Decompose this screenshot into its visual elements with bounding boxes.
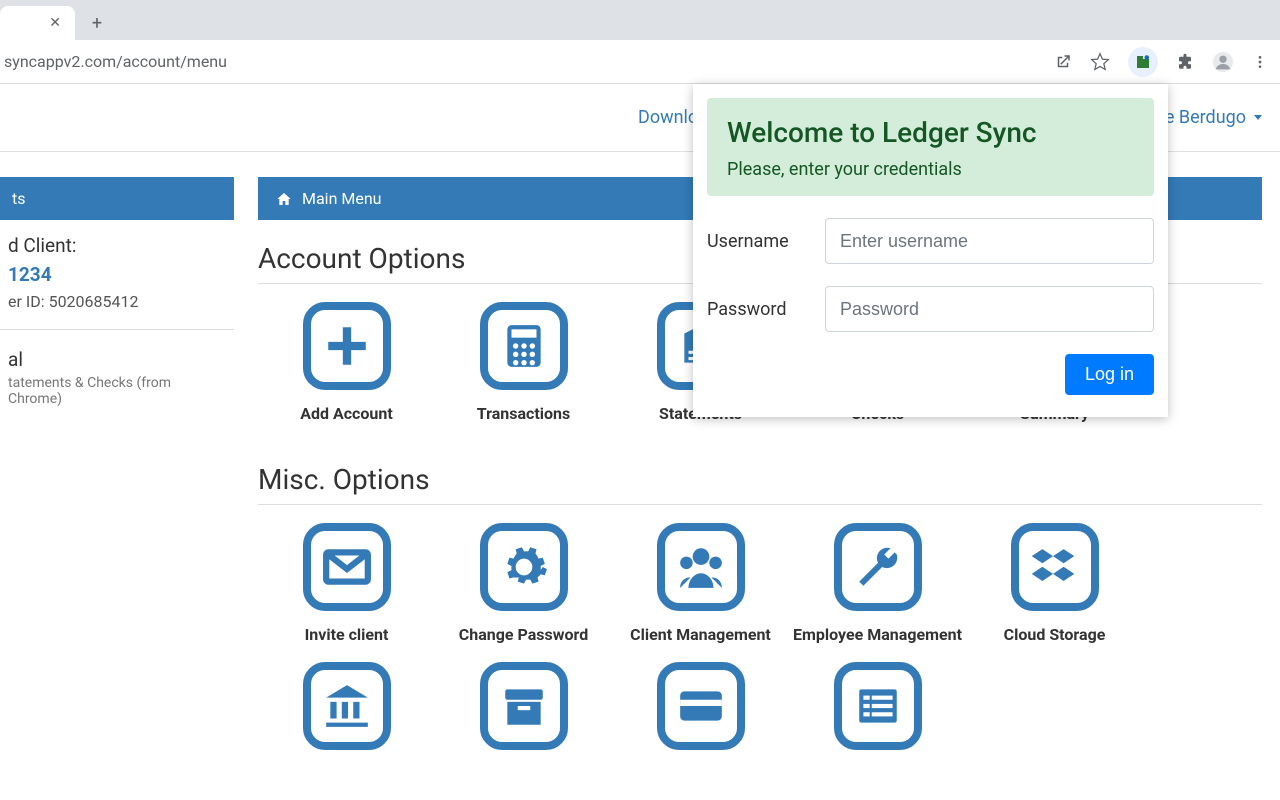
extension-popup: Welcome to Ledger Sync Please, enter you… bbox=[693, 84, 1168, 417]
misc-options-grid: Invite clientChange PasswordClient Manag… bbox=[258, 523, 1262, 662]
[object Object]-option[interactable] bbox=[258, 662, 435, 750]
option-label: Employee Management bbox=[789, 625, 966, 644]
url-text[interactable]: syncappv2.com/account/menu bbox=[0, 52, 227, 71]
welcome-banner: Welcome to Ledger Sync Please, enter you… bbox=[707, 98, 1154, 196]
ledgersync-extension-icon[interactable] bbox=[1128, 47, 1158, 77]
popup-subtitle: Please, enter your credentials bbox=[727, 159, 1134, 180]
Invite client-option[interactable]: Invite client bbox=[258, 523, 435, 644]
extensions-icon[interactable] bbox=[1176, 53, 1194, 71]
[object Object]-option[interactable] bbox=[789, 662, 966, 750]
close-tab-icon[interactable]: ✕ bbox=[49, 15, 61, 31]
user-name-label: ce Berdugo bbox=[1155, 107, 1246, 128]
bank-icon bbox=[303, 662, 391, 750]
breadcrumb: Main Menu bbox=[302, 189, 381, 208]
client-id-label: er ID: 5020685412 bbox=[8, 292, 226, 311]
list-icon bbox=[834, 662, 922, 750]
divider bbox=[0, 329, 234, 330]
home-icon bbox=[276, 191, 292, 207]
star-icon[interactable] bbox=[1090, 52, 1110, 72]
envelope-icon bbox=[303, 523, 391, 611]
option-label: Transactions bbox=[435, 404, 612, 423]
client-link[interactable]: 1234 bbox=[8, 263, 52, 286]
option-label: Change Password bbox=[435, 625, 612, 644]
profile-icon[interactable] bbox=[1212, 51, 1234, 73]
new-tab-button[interactable]: + bbox=[83, 9, 111, 37]
Change Password-option[interactable]: Change Password bbox=[435, 523, 612, 644]
[object Object]-option[interactable] bbox=[435, 662, 612, 750]
password-label: Password bbox=[707, 299, 825, 320]
window-controls bbox=[1190, 0, 1280, 40]
option-label: Cloud Storage bbox=[966, 625, 1143, 644]
option-label: Invite client bbox=[258, 625, 435, 644]
username-label: Username bbox=[707, 231, 825, 252]
Add Account-option[interactable]: Add Account bbox=[258, 302, 435, 423]
misc-options-row3 bbox=[258, 662, 1262, 768]
menu-icon[interactable] bbox=[1252, 54, 1268, 70]
login-button[interactable]: Log in bbox=[1065, 354, 1154, 395]
password-input[interactable] bbox=[825, 286, 1154, 332]
Transactions-option[interactable]: Transactions bbox=[435, 302, 612, 423]
sidebar: ts d Client: 1234 er ID: 5020685412 al t… bbox=[0, 152, 234, 800]
sidebar-section-subtitle: tatements & Checks (from Chrome) bbox=[8, 375, 226, 407]
popup-title: Welcome to Ledger Sync bbox=[727, 116, 1134, 149]
Employee Management-option[interactable]: Employee Management bbox=[789, 523, 966, 644]
calculator-icon bbox=[480, 302, 568, 390]
users-icon bbox=[657, 523, 745, 611]
wrench-icon bbox=[834, 523, 922, 611]
sidebar-section-title: al bbox=[8, 348, 226, 371]
option-label: Add Account bbox=[258, 404, 435, 423]
sidebar-tab[interactable]: ts bbox=[0, 177, 234, 220]
card-icon bbox=[657, 662, 745, 750]
caret-down-icon bbox=[1254, 115, 1262, 120]
[object Object]-option[interactable] bbox=[612, 662, 789, 750]
gear-icon bbox=[480, 523, 568, 611]
share-icon[interactable] bbox=[1054, 53, 1072, 71]
username-input[interactable] bbox=[825, 218, 1154, 264]
url-bar: syncappv2.com/account/menu bbox=[0, 40, 1280, 84]
option-label: Client Management bbox=[612, 625, 789, 644]
Cloud Storage-option[interactable]: Cloud Storage bbox=[966, 523, 1143, 644]
browser-tab-bar: ✕ + bbox=[0, 0, 1280, 40]
selected-client-label: d Client: bbox=[8, 234, 226, 257]
plus-icon bbox=[303, 302, 391, 390]
browser-tab[interactable]: ✕ bbox=[0, 6, 75, 40]
archive-icon bbox=[480, 662, 568, 750]
user-menu[interactable]: ce Berdugo bbox=[1155, 107, 1262, 128]
section-title-misc: Misc. Options bbox=[258, 463, 1262, 496]
Client Management-option[interactable]: Client Management bbox=[612, 523, 789, 644]
dropbox-icon bbox=[1011, 523, 1099, 611]
